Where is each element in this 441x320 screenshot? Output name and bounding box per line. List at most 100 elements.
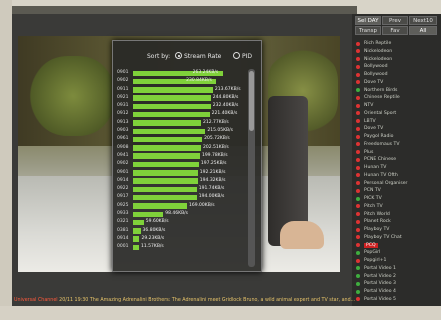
- channel-item[interactable]: Popgirl+1: [356, 257, 438, 265]
- stream-row[interactable]: 0933 98.46KB/s: [117, 210, 245, 218]
- stream-row[interactable]: 0901 263.24KB/s: [117, 69, 245, 77]
- stream-row[interactable]: 0381 36.80KB/s: [117, 227, 245, 235]
- stream-rate-radio[interactable]: [175, 52, 182, 59]
- stream-row[interactable]: 0901 192.21KB/s: [117, 169, 245, 177]
- channel-name: Dove TV: [364, 126, 384, 132]
- pid-label: 0908: [117, 144, 129, 150]
- stream-row[interactable]: 0921 244.80KB/s: [117, 94, 245, 102]
- channel-item[interactable]: NTV: [356, 102, 438, 110]
- channel-item[interactable]: Hunan TV Ofth: [356, 172, 438, 180]
- pid-label: 0922: [117, 186, 129, 192]
- stream-rate-option[interactable]: Stream Rate: [184, 53, 221, 60]
- channel-item[interactable]: Portal Video 3: [356, 280, 438, 288]
- pid-label: 0961: [117, 136, 129, 142]
- rate-bar: [133, 244, 139, 251]
- channel-name: Nickelodeon: [364, 56, 393, 62]
- ticker-text: 20/11 19:30 The Amazing Adrenalini Broth…: [59, 298, 356, 303]
- channel-item[interactable]: PCN TV: [356, 187, 438, 195]
- channel-item[interactable]: Hunan TV: [356, 164, 438, 172]
- channel-item[interactable]: Nickelodeon: [356, 56, 438, 64]
- stream-row[interactable]: 0917 194.00KB/s: [117, 193, 245, 201]
- rate-bar: [133, 203, 187, 209]
- pid-option[interactable]: PID: [242, 53, 252, 60]
- status-dot-icon: [356, 103, 360, 108]
- channel-item[interactable]: Freedomaus TV: [356, 141, 438, 149]
- filter-button-prev[interactable]: Prev: [382, 16, 408, 25]
- rate-bar: [133, 153, 200, 159]
- stream-row[interactable]: 0903 215.05KB/s: [117, 127, 245, 135]
- channel-name: Portal Video 5: [364, 296, 396, 302]
- filter-button-sel-day[interactable]: Sel DAY: [355, 16, 381, 25]
- channel-name: PCN TV: [364, 188, 381, 194]
- channel-item[interactable]: PCQ: [356, 242, 438, 250]
- rate-label: 194.00KB/s: [198, 194, 225, 200]
- rate-bar: [133, 103, 211, 110]
- channel-name: Rich Reptile: [364, 41, 392, 46]
- channel-item[interactable]: PopGirl: [356, 249, 438, 257]
- channel-item[interactable]: Plus: [356, 149, 438, 157]
- stream-row[interactable]: 0961 205.72KB/s: [117, 135, 245, 143]
- channel-item[interactable]: Bollywood: [356, 63, 438, 71]
- stream-row[interactable]: 0321 59.60KB/s: [117, 218, 245, 226]
- stream-row[interactable]: 0941 199.78KB/s: [117, 152, 245, 160]
- stream-row[interactable]: 0908 202.51KB/s: [117, 144, 245, 152]
- stream-row[interactable]: 0912 221.40KB/s: [117, 110, 245, 118]
- channel-item[interactable]: Personal Organiser: [356, 180, 438, 188]
- pid-label: 0914: [117, 235, 129, 241]
- stream-row[interactable]: 0911 213.67KB/s: [117, 86, 245, 94]
- channel-item[interactable]: Portal Video 5: [356, 296, 438, 304]
- rate-bar: [133, 194, 197, 201]
- channel-item[interactable]: Rich Reptile: [356, 40, 438, 48]
- channel-item[interactable]: Oriental Sport: [356, 110, 438, 118]
- status-dot-icon: [356, 250, 360, 255]
- status-dot-icon: [356, 157, 360, 162]
- channel-item[interactable]: Planet Rock: [356, 218, 438, 226]
- channel-item[interactable]: Pitch World: [356, 211, 438, 219]
- stats-scrollbar[interactable]: [248, 69, 255, 267]
- stream-row[interactable]: 0902 230.84KB/s: [117, 77, 245, 85]
- filter-button-transp[interactable]: Transp: [355, 26, 381, 35]
- stream-row[interactable]: 0902 197.25KB/s: [117, 160, 245, 168]
- epg-ticker: Universal Channel 20/11 19:30 The Amazin…: [14, 297, 359, 305]
- filter-button-all[interactable]: All: [409, 26, 437, 35]
- channel-item[interactable]: Portal Video 2: [356, 273, 438, 281]
- rate-label: 59.60KB/s: [145, 219, 169, 225]
- stream-row[interactable]: 0913 212.77KB/s: [117, 119, 245, 127]
- filter-button-fav[interactable]: Fav: [382, 26, 408, 35]
- channel-item[interactable]: Pitch TV: [356, 203, 438, 211]
- status-dot-icon: [356, 111, 360, 116]
- channel-item[interactable]: Playboy TV: [356, 226, 438, 234]
- video-foot: [280, 221, 324, 249]
- channel-item[interactable]: LBTV: [356, 118, 438, 126]
- channel-item[interactable]: Chinese Reptile: [356, 94, 438, 102]
- channel-item[interactable]: Nickelodeon: [356, 48, 438, 56]
- channel-name: Hunan TV: [364, 165, 387, 170]
- stream-row[interactable]: 0001 11.57KB/s: [117, 243, 245, 251]
- rate-bar: [133, 211, 164, 218]
- channel-item[interactable]: Portal Video 1: [356, 265, 438, 273]
- channel-item[interactable]: Bollywood: [356, 71, 438, 79]
- filter-button-next10[interactable]: Next10: [409, 16, 437, 25]
- channel-item[interactable]: Paygol Radio: [356, 133, 438, 141]
- rate-bar: [133, 228, 141, 234]
- channel-item[interactable]: Dove TV: [356, 79, 438, 87]
- pid-label: 0902: [117, 78, 129, 84]
- channel-item[interactable]: PCNE Chinese: [356, 156, 438, 164]
- stream-row[interactable]: 0931 232.40KB/s: [117, 102, 245, 110]
- stream-row[interactable]: 0914 194.32KB/s: [117, 177, 245, 185]
- channel-name: Portal Video 4: [364, 289, 396, 294]
- stream-row[interactable]: 0914 29.23KB/s: [117, 235, 245, 243]
- channel-item[interactable]: PICK TV: [356, 195, 438, 203]
- pid-radio[interactable]: [233, 52, 240, 59]
- channel-item[interactable]: Northern Birds: [356, 87, 438, 95]
- rate-label: 263.24KB/s: [192, 70, 219, 75]
- rate-bar: [133, 95, 211, 101]
- rate-bar: [133, 87, 213, 93]
- channel-item[interactable]: Playboy TV Chat: [356, 234, 438, 242]
- rate-label: 232.40KB/s: [212, 103, 239, 109]
- stream-row[interactable]: 0922 191.74KB/s: [117, 185, 245, 193]
- channel-item[interactable]: Portal Video 4: [356, 288, 438, 296]
- channel-item[interactable]: Dove TV: [356, 125, 438, 133]
- scroll-thumb[interactable]: [249, 71, 254, 131]
- stream-row[interactable]: 0925 169.00KB/s: [117, 202, 245, 210]
